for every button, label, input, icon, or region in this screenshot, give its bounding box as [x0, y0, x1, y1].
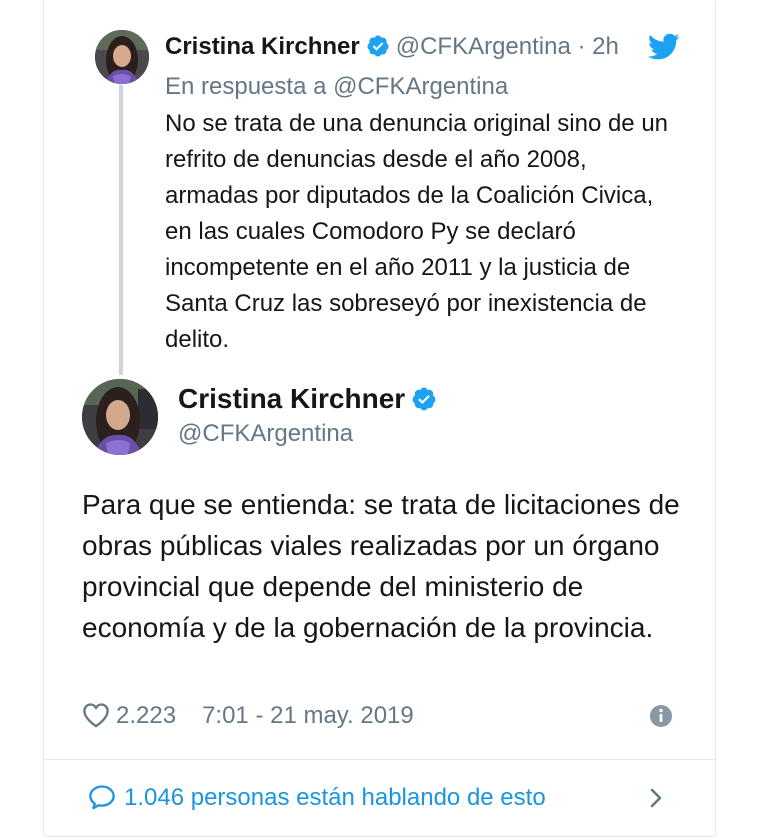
reply-to-label[interactable]: En respuesta a @CFKArgentina: [165, 71, 508, 103]
avatar-image: [82, 379, 158, 455]
heart-icon[interactable]: [82, 702, 110, 728]
speech-bubble-icon: [89, 784, 115, 809]
conversation-link[interactable]: 1.046 personas están hablando de esto: [88, 781, 546, 815]
verified-badge-icon: [367, 35, 389, 57]
main-author-name-row: Cristina Kirchner: [178, 380, 443, 418]
verified-badge-icon: [412, 387, 436, 410]
main-tweet-text: Para que se entienda: se trata de licita…: [82, 489, 680, 643]
reply-author-name[interactable]: Cristina Kirchner: [165, 33, 360, 60]
reply-time-ago[interactable]: 2h: [592, 33, 619, 60]
chevron-right-icon[interactable]: [648, 786, 664, 810]
main-author-handle[interactable]: @CFKArgentina: [178, 418, 353, 450]
conversation-link-label: 1.046 personas están hablando de esto: [124, 784, 546, 811]
tweet-timestamp[interactable]: 7:01 - 21 may. 2019: [202, 702, 414, 729]
reply-author-avatar[interactable]: [95, 30, 149, 84]
main-author-avatar[interactable]: [82, 379, 158, 455]
reply-separator: ·: [577, 33, 586, 60]
footer-divider: [44, 759, 715, 760]
reply-tweet-header: Cristina Kirchner @CFKArgentina · 2h: [165, 29, 619, 65]
tweet-embed-card: Cristina Kirchner @CFKArgentina · 2h En r…: [43, 0, 716, 837]
twitter-bird-icon[interactable]: [648, 33, 680, 61]
avatar-image: [95, 30, 149, 84]
info-icon[interactable]: [649, 704, 673, 728]
main-author-name[interactable]: Cristina Kirchner: [178, 383, 405, 414]
reply-tweet-text: No se trata de una denuncia original sin…: [165, 110, 669, 353]
like-count[interactable]: 2.223: [116, 702, 176, 729]
reply-author-handle[interactable]: @CFKArgentina: [396, 33, 571, 60]
thread-connector-line: [119, 85, 123, 375]
tweet-meta-row: 2.223 7:01 - 21 may. 2019: [82, 699, 682, 733]
